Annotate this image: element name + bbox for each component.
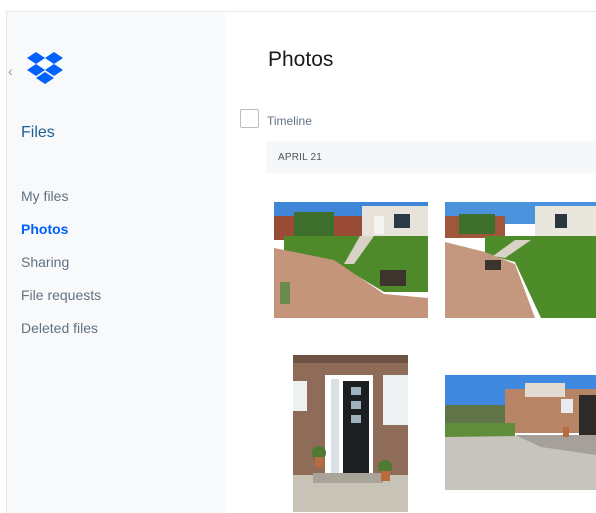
select-all-checkbox[interactable] (240, 109, 259, 128)
sidebar-item-deleted-files[interactable]: Deleted files (21, 312, 101, 345)
sidebar-item-my-files[interactable]: My files (21, 180, 101, 213)
timeline-label[interactable]: Timeline (267, 114, 312, 128)
date-group-label: APRIL 21 (278, 152, 323, 163)
photo-thumbnail[interactable] (445, 375, 596, 490)
dropbox-logo-icon[interactable] (27, 52, 63, 84)
window-left-border (0, 11, 7, 513)
photo-thumbnail[interactable] (274, 202, 428, 318)
sidebar-title[interactable]: Files (21, 124, 55, 142)
sidebar-item-sharing[interactable]: Sharing (21, 246, 101, 279)
photo-thumbnail[interactable] (293, 355, 408, 512)
chevron-left-icon[interactable]: ‹ (8, 64, 13, 78)
sidebar-item-photos[interactable]: Photos (21, 213, 101, 246)
date-group-header: APRIL 21 (266, 141, 596, 173)
window-top-border (0, 0, 596, 12)
page-title: Photos (268, 48, 334, 71)
photo-thumbnail[interactable] (445, 202, 596, 318)
sidebar: ‹ Files My files Photos Sharing File req… (7, 12, 225, 513)
sidebar-nav: My files Photos Sharing File requests De… (21, 180, 101, 345)
main-content: Photos Timeline APRIL 21 (225, 12, 596, 513)
sidebar-item-file-requests[interactable]: File requests (21, 279, 101, 312)
